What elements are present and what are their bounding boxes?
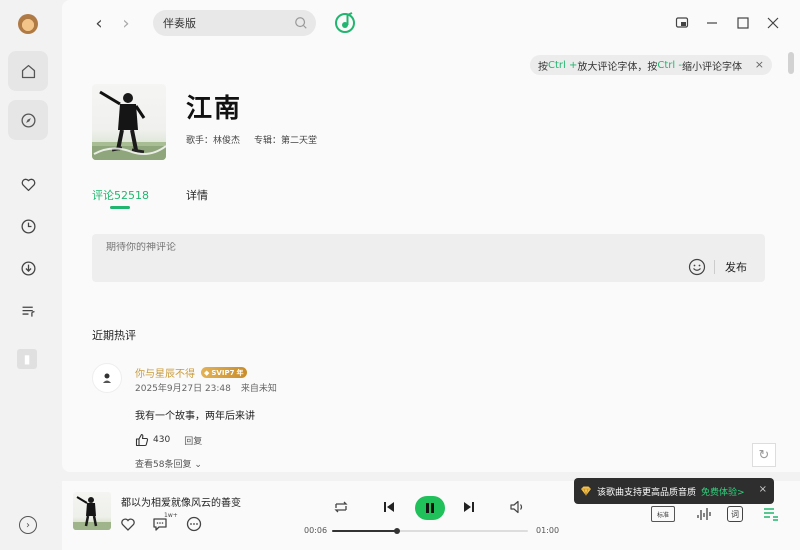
hint-mid: 放大评论字体，按 [577, 61, 658, 73]
view-replies-label: 查看58条回复 [135, 460, 192, 470]
sidebar-history-button[interactable] [8, 206, 48, 246]
now-playing-title: 都以为相爱就像风云的善变 [121, 498, 241, 509]
scrollbar[interactable] [788, 52, 794, 74]
vip-level: SVIP7 [211, 368, 235, 377]
song-title: 江南 [186, 94, 243, 124]
like-button[interactable]: 430 [135, 433, 170, 447]
close-icon[interactable] [764, 14, 782, 32]
more-options-icon[interactable] [186, 516, 202, 532]
sidebar-discover-button[interactable] [8, 100, 48, 140]
composer-divider [714, 260, 715, 274]
maximize-icon[interactable] [734, 14, 752, 32]
emoji-icon[interactable] [688, 258, 706, 276]
hint-prefix: 按 [538, 61, 548, 73]
sidebar-downloads-button[interactable] [8, 248, 48, 288]
song-album[interactable]: 专辑：第二天堂 [254, 133, 317, 146]
comment-date: 2025年9月27日 23:48 [135, 384, 231, 394]
hint-close-icon[interactable]: × [755, 58, 764, 71]
clock-icon [20, 218, 36, 234]
search-icon[interactable] [294, 16, 308, 30]
tab-underline [110, 206, 130, 209]
sidebar: ▮ › [0, 0, 58, 550]
home-icon [21, 64, 35, 78]
back-arrow-icon[interactable]: ‹ [89, 12, 109, 34]
now-playing-cover[interactable] [73, 492, 111, 530]
volume-icon[interactable] [508, 498, 526, 516]
now-playing-art [73, 496, 111, 530]
progress-slider[interactable] [332, 528, 528, 534]
minimize-icon[interactable] [703, 14, 721, 32]
diamond-icon [581, 486, 591, 496]
app-window: ▮ › ‹ › 伴奏版 按 Ctrl + 放大评论字体，按 Ctrl - 缩小评… [0, 0, 800, 550]
vip-diamond-icon: ◆ [204, 368, 210, 377]
refresh-icon[interactable]: ↻ [752, 443, 776, 467]
lyrics-button[interactable]: 词 [727, 506, 743, 522]
repeat-mode-icon[interactable] [332, 498, 350, 516]
album-cover[interactable] [92, 84, 166, 160]
reply-button[interactable]: 回复 [184, 434, 202, 447]
time-current: 00:06 [304, 526, 328, 535]
tab-details[interactable]: 详情 [186, 187, 208, 203]
pause-button[interactable] [415, 496, 445, 520]
sidebar-playlist-button[interactable] [8, 291, 48, 331]
search-box[interactable] [153, 10, 316, 36]
previous-track-icon[interactable] [380, 498, 398, 516]
hint-key-zoom-in: Ctrl + [548, 59, 578, 71]
song-meta: 歌手：林俊杰 专辑：第二天堂 [186, 133, 317, 146]
tab-comments[interactable]: 评论52518 [92, 187, 149, 203]
user-avatar[interactable] [18, 14, 38, 34]
forward-arrow-icon[interactable]: › [116, 12, 136, 34]
hint-suffix: 缩小评论字体 [681, 61, 742, 73]
view-replies-link[interactable]: 查看58条回复 ⌄ [135, 457, 202, 470]
queue-icon[interactable] [762, 505, 780, 523]
comment-text: 我有一个故事，两年后来讲 [135, 411, 255, 422]
like-heart-icon[interactable] [120, 516, 136, 532]
tooltip-text: 该歌曲支持更高品质音质 [597, 487, 697, 498]
comment-input[interactable] [106, 242, 506, 253]
commenter-name[interactable]: 你与星辰不得 [135, 365, 195, 380]
commenter-avatar[interactable] [92, 363, 122, 393]
comment-actions: 430 回复 [135, 433, 202, 447]
chevron-down-icon: ⌄ [191, 460, 202, 470]
playlist-icon [22, 306, 35, 317]
compass-icon [20, 112, 36, 128]
sidebar-favorites-button[interactable] [8, 164, 48, 204]
heart-icon [21, 178, 35, 191]
font-size-hint: 按 Ctrl + 放大评论字体，按 Ctrl - 缩小评论字体 × [530, 55, 772, 75]
sound-effect-icon[interactable] [695, 505, 713, 523]
vip-suffix: 年 [236, 368, 244, 377]
free-trial-link[interactable]: 免费体验> [701, 485, 745, 498]
progress-fill [332, 530, 397, 532]
section-title: 近期热评 [92, 329, 136, 342]
album-art-figure [92, 90, 166, 160]
hint-key-zoom-out: Ctrl - [657, 59, 682, 71]
quality-upgrade-tooltip: 该歌曲支持更高品质音质 免费体验> × [574, 478, 774, 504]
main-panel: ‹ › 按 [62, 0, 800, 472]
vip-badge[interactable]: ◆ SVIP7 年 [201, 367, 248, 378]
sidebar-home-button[interactable] [8, 51, 48, 91]
pause-icon [426, 503, 434, 513]
quality-button[interactable]: 标准 [651, 506, 675, 522]
search-input[interactable] [163, 16, 283, 30]
download-icon [20, 260, 36, 276]
thumbs-up-icon [135, 433, 149, 447]
progress-knob[interactable] [393, 528, 400, 534]
like-count: 430 [153, 435, 171, 445]
comment-composer: 发布 [92, 234, 765, 282]
publish-button[interactable]: 发布 [725, 259, 747, 275]
expand-sidebar-icon[interactable]: › [19, 516, 37, 534]
time-total: 01:00 [536, 526, 560, 535]
commenter-row: 你与星辰不得 ◆ SVIP7 年 [135, 365, 248, 380]
song-singer[interactable]: 歌手：林俊杰 [186, 133, 240, 146]
topbar: ‹ › [62, 0, 800, 46]
tooltip-close-icon[interactable]: × [759, 484, 767, 495]
lock-icon[interactable]: ▮ [17, 349, 37, 369]
comment-count-badge: 1w+ [164, 512, 178, 519]
next-track-icon[interactable] [460, 498, 478, 516]
comment-location: 来自未知 [240, 384, 277, 394]
mini-mode-icon[interactable] [673, 14, 691, 32]
music-recognition-icon[interactable] [334, 10, 358, 34]
comment-meta: 2025年9月27日 23:48 来自未知 [135, 381, 277, 394]
